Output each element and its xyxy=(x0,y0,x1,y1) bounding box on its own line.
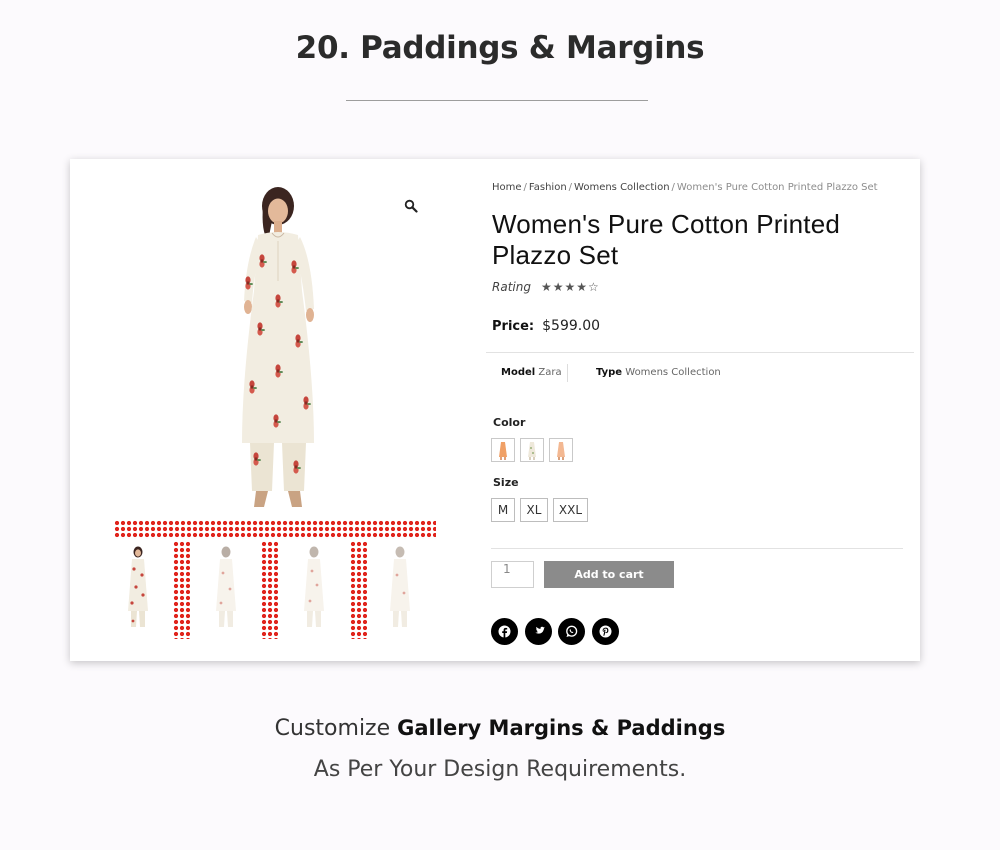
white-kurta-icon xyxy=(528,442,536,460)
rating-label: Rating xyxy=(492,280,531,294)
thumbnail-gap-guide-1 xyxy=(173,541,190,639)
whatsapp-icon xyxy=(566,625,578,637)
caption-prefix: Customize xyxy=(274,716,391,741)
cart-divider xyxy=(491,548,903,549)
meta-separator xyxy=(567,364,568,382)
meta-top-divider xyxy=(486,352,914,353)
add-to-cart-button[interactable]: Add to cart xyxy=(544,561,674,588)
type-value: Womens Collection xyxy=(625,367,721,378)
main-product-image[interactable] xyxy=(216,181,340,517)
twitter-share-button[interactable] xyxy=(525,618,552,645)
facebook-icon xyxy=(498,625,511,638)
gallery-thumbnail-4[interactable] xyxy=(383,545,417,635)
type-label: Type xyxy=(595,367,623,378)
product-title: Women's Pure Cotton Printed Plazzo Set xyxy=(492,209,841,270)
product-card: Home / Fashion / Womens Collection / Women's P… xyxy=(70,159,920,661)
peach-swatch[interactable] xyxy=(549,438,573,462)
size-option-xxl[interactable]: XXL xyxy=(553,498,588,522)
rating-stars: ★★★★☆ xyxy=(540,280,600,294)
caption-line-2: As Per Your Design Requirements. xyxy=(313,757,687,782)
rating: Rating ★★★★☆ xyxy=(492,280,600,294)
product-meta: Model Zara Type Womens Collection xyxy=(501,367,721,378)
caption-highlight: Gallery Margins & Paddings xyxy=(397,716,726,740)
breadcrumb-current: Women's Pure Cotton Printed Plazzo Set xyxy=(676,182,878,193)
gallery-thumbnail-3[interactable] xyxy=(297,545,331,635)
twitter-icon xyxy=(534,626,545,634)
breadcrumb: Home / Fashion / Womens Collection / Women's P… xyxy=(492,182,878,193)
thumbnail-gap-guide-3 xyxy=(350,541,367,639)
size-option-xl[interactable]: XL xyxy=(520,498,548,522)
peach-kurta-icon xyxy=(557,442,565,460)
pinterest-icon xyxy=(599,625,612,638)
gallery-margin-guide xyxy=(114,520,436,539)
quantity-input[interactable]: 1 xyxy=(491,561,534,588)
price: Price: $599.00 xyxy=(492,315,600,334)
breadcrumb-womens-collection[interactable]: Womens Collection xyxy=(574,182,670,193)
color-label: Color xyxy=(493,416,526,429)
search-zoom-icon[interactable] xyxy=(404,199,418,213)
facebook-share-button[interactable] xyxy=(491,618,518,645)
gallery-thumbnail-1[interactable] xyxy=(121,545,155,635)
orange-kurta-icon xyxy=(499,442,507,460)
white-swatch[interactable] xyxy=(520,438,544,462)
thumbnail-gap-guide-2 xyxy=(261,541,278,639)
whatsapp-share-button[interactable] xyxy=(558,618,585,645)
title-divider xyxy=(346,100,648,101)
size-label: Size xyxy=(493,476,519,489)
page-title: 20. Paddings & Margins xyxy=(295,30,705,66)
price-value: $599.00 xyxy=(542,318,601,334)
gallery-thumbnail-2[interactable] xyxy=(209,545,243,635)
breadcrumb-fashion[interactable]: Fashion xyxy=(529,182,567,193)
orange-swatch[interactable] xyxy=(491,438,515,462)
breadcrumb-home[interactable]: Home xyxy=(492,182,522,193)
model-value: Zara xyxy=(538,367,562,378)
size-option-m[interactable]: M xyxy=(491,498,515,522)
caption-line-1: Customize Gallery Margins & Paddings xyxy=(0,716,1000,741)
pinterest-share-button[interactable] xyxy=(592,618,619,645)
price-label: Price: xyxy=(492,319,535,334)
model-label: Model xyxy=(501,367,536,378)
